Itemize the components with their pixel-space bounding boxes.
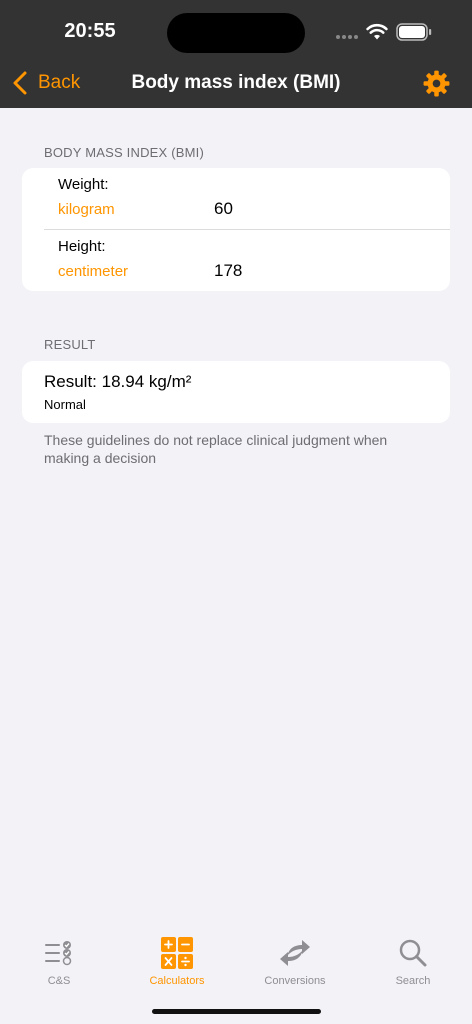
result-section-header: RESULT [44, 337, 96, 352]
calculator-icon [161, 937, 193, 969]
wifi-icon [366, 23, 388, 40]
status-time: 20:55 [64, 20, 116, 42]
height-unit-button[interactable]: centimeter [58, 263, 128, 280]
height-input[interactable] [214, 260, 414, 282]
tab-label: C&S [47, 975, 71, 987]
result-category: Normal [44, 397, 86, 412]
tab-label: Conversions [264, 975, 326, 987]
bmi-section-header: BODY MASS INDEX (BMI) [44, 145, 204, 160]
result-value: Result: 18.94 kg/m² [44, 372, 192, 391]
battery-icon [396, 23, 432, 41]
tab-search[interactable]: Search [354, 936, 472, 998]
back-label: Back [38, 72, 81, 93]
weight-input[interactable] [214, 198, 414, 220]
height-field: Height: centimeter [22, 230, 450, 291]
home-indicator [152, 1009, 321, 1014]
result-card: Result: 18.94 kg/m² Normal [22, 361, 450, 423]
height-label: Height: [58, 238, 106, 255]
gear-icon[interactable] [423, 70, 450, 97]
weight-label: Weight: [58, 176, 109, 193]
dynamic-island [167, 13, 305, 53]
tab-label: Search [395, 975, 431, 987]
navigation-bar: 20:55 Back Body mass index (BMI) [0, 0, 472, 108]
tab-calculators[interactable]: Calculators [118, 936, 236, 998]
bmi-input-card: Weight: kilogram Height: centimeter [22, 168, 450, 291]
checklist-icon [45, 941, 72, 966]
tab-label: Calculators [149, 975, 205, 987]
weight-unit-button[interactable]: kilogram [58, 201, 115, 218]
cellular-signal-icon [336, 35, 358, 41]
tab-cs[interactable]: C&S [0, 936, 118, 998]
tab-conversions[interactable]: Conversions [236, 936, 354, 998]
disclaimer-text: These guidelines do not replace clinical… [44, 432, 388, 466]
chevron-left-icon [13, 71, 27, 95]
page-title: Body mass index (BMI) [131, 72, 341, 93]
conversion-arrows-icon [280, 940, 310, 966]
search-icon [399, 939, 427, 967]
weight-field: Weight: kilogram [22, 168, 450, 230]
back-button[interactable]: Back [12, 68, 80, 98]
